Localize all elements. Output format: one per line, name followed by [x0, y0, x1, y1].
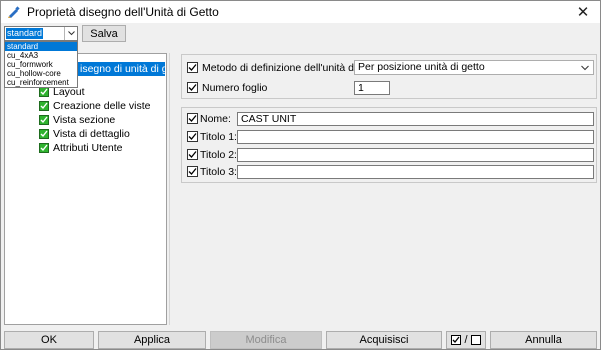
method-value: Per posizione unità di getto — [358, 61, 485, 73]
tree-item-view-creation[interactable]: Creazione delle viste — [39, 99, 150, 113]
method-select[interactable]: Per posizione unità di getto — [354, 60, 594, 75]
tree-item-detail-view[interactable]: Vista di dettaglio — [39, 127, 130, 141]
title3-label: Titolo 3: — [200, 166, 237, 178]
preset-option[interactable]: cu_4xA3 — [5, 51, 77, 60]
name-input[interactable]: CAST UNIT — [237, 112, 594, 126]
title1-checkbox[interactable] — [187, 131, 198, 142]
preset-dropdown-list: standard cu_4xA3 cu_formwork cu_hollow-c… — [4, 41, 78, 88]
tree-item-user-attributes[interactable]: Attributi Utente — [39, 141, 122, 155]
title2-input[interactable] — [237, 148, 594, 162]
checked-box-icon — [451, 335, 462, 345]
window-title: Proprietà disegno dell'Unità di Getto — [27, 5, 219, 19]
sheet-number-label: Numero foglio — [202, 82, 268, 94]
save-button[interactable]: Salva — [82, 25, 126, 42]
check-icon[interactable] — [39, 115, 49, 125]
preset-option[interactable]: standard — [5, 42, 77, 51]
modify-button[interactable]: Modifica — [210, 331, 322, 349]
toggle-all-button[interactable]: / — [446, 331, 486, 349]
title2-label: Titolo 2: — [200, 149, 237, 161]
preset-select[interactable]: standard — [4, 26, 78, 41]
title1-input[interactable] — [237, 130, 594, 144]
check-icon[interactable] — [39, 101, 49, 111]
title1-label: Titolo 1: — [200, 131, 237, 143]
tree-item-label: Vista di dettaglio — [53, 128, 130, 140]
title3-input[interactable] — [237, 165, 594, 179]
preset-option[interactable]: cu_formwork — [5, 60, 77, 69]
sheet-number-checkbox[interactable] — [187, 82, 198, 93]
check-icon[interactable] — [39, 87, 49, 97]
tree-item-section-view[interactable]: Vista sezione — [39, 113, 115, 127]
name-checkbox[interactable] — [187, 113, 198, 124]
chevron-down-icon[interactable] — [581, 61, 589, 78]
tree-item-label: Attributi Utente — [53, 142, 123, 154]
name-label: Nome: — [200, 113, 231, 125]
get-button[interactable]: Acquisisci — [326, 331, 442, 349]
toggle-separator: / — [464, 334, 468, 346]
close-icon[interactable]: ✕ — [566, 1, 600, 23]
sheet-number-input[interactable]: 1 — [354, 81, 390, 95]
title2-checkbox[interactable] — [187, 149, 198, 160]
title3-checkbox[interactable] — [187, 166, 198, 177]
preset-value: standard — [6, 28, 44, 39]
drawing-app-icon — [7, 5, 21, 19]
tree-panel: isegno di unità di getto Layout Creazion… — [4, 53, 167, 325]
preset-option[interactable]: cu_hollow-core — [5, 69, 77, 78]
ok-button[interactable]: OK — [4, 331, 94, 349]
apply-button[interactable]: Applica — [98, 331, 206, 349]
check-icon[interactable] — [39, 129, 49, 139]
chevron-down-icon[interactable] — [64, 27, 77, 40]
panel-splitter[interactable] — [169, 53, 170, 325]
tree-item-label: Creazione delle viste — [53, 100, 151, 112]
check-icon[interactable] — [39, 143, 49, 153]
method-checkbox[interactable] — [187, 62, 198, 73]
unchecked-box-icon — [470, 335, 481, 345]
tree-item-label: Vista sezione — [53, 114, 116, 126]
title-bar: Proprietà disegno dell'Unità di Getto ✕ — [1, 1, 600, 23]
dialog-window: Proprietà disegno dell'Unità di Getto ✕ … — [0, 0, 601, 350]
preset-option[interactable]: cu_reinforcement — [5, 78, 77, 87]
cancel-button[interactable]: Annulla — [490, 331, 597, 349]
